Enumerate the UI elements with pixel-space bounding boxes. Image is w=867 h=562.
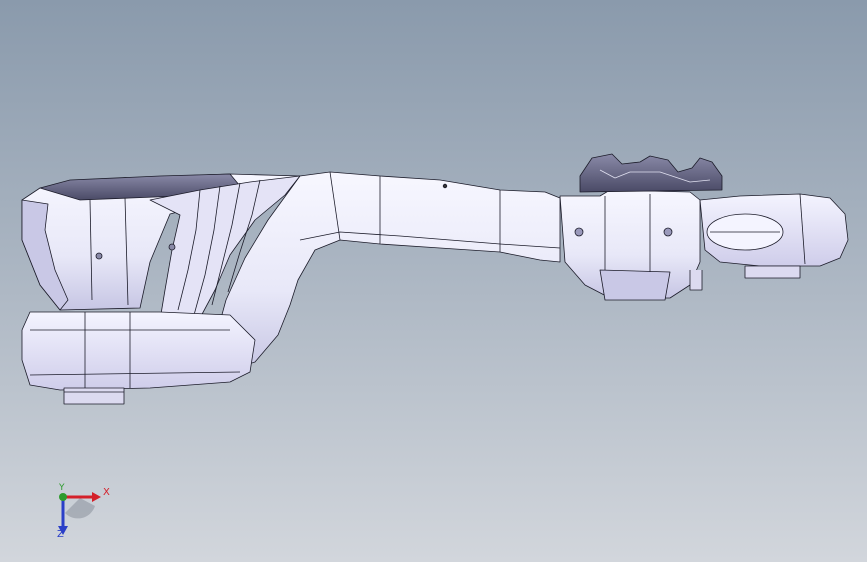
view-orientation-triad: X Y Z	[40, 478, 120, 548]
front-bushing-stud	[63, 387, 125, 405]
triad-shadow	[65, 498, 95, 519]
bracket-cutout	[599, 269, 671, 301]
y-axis-dot	[59, 493, 67, 501]
rear-bushing-stud	[744, 265, 801, 279]
x-axis-label: X	[103, 487, 110, 498]
ball-joint-top	[579, 153, 723, 193]
y-axis-label: Y	[59, 483, 65, 493]
front-bushing	[21, 311, 256, 391]
graphics-viewport[interactable]: X Y Z	[0, 0, 867, 562]
control-arm-model[interactable]	[0, 0, 867, 562]
z-axis-label: Z	[57, 529, 64, 540]
